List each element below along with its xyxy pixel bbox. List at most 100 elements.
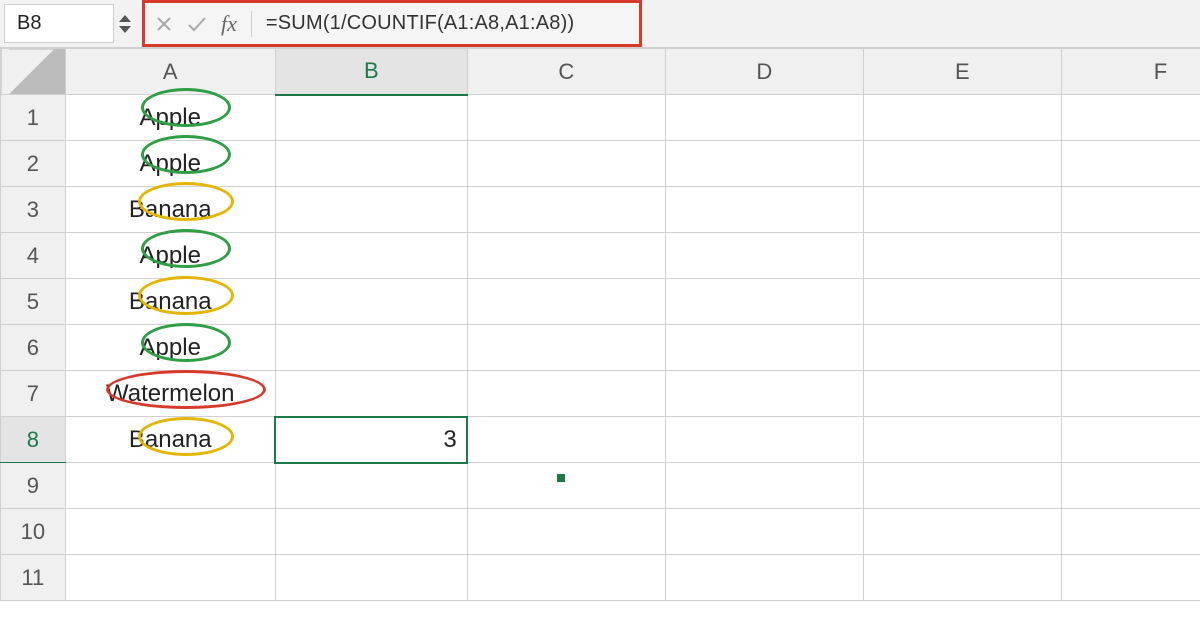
cell-C11[interactable] (467, 555, 665, 601)
cell-A1[interactable]: Apple (65, 95, 275, 141)
cell-F1[interactable] (1061, 95, 1200, 141)
cell-B9[interactable] (275, 463, 467, 509)
grid-row: 1Apple (1, 95, 1200, 141)
cell-A9[interactable] (65, 463, 275, 509)
column-header-B[interactable]: B (275, 49, 467, 95)
grid-row: 10 (1, 509, 1200, 555)
cell-A11[interactable] (65, 555, 275, 601)
cell-D8[interactable] (665, 417, 863, 463)
row-header-9[interactable]: 9 (1, 463, 66, 509)
divider (251, 11, 252, 37)
cell-D10[interactable] (665, 509, 863, 555)
column-header-F[interactable]: F (1061, 49, 1200, 95)
cell-C1[interactable] (467, 95, 665, 141)
cell-A5[interactable]: Banana (65, 279, 275, 325)
cell-B3[interactable] (275, 187, 467, 233)
column-header-D[interactable]: D (665, 49, 863, 95)
cell-A3[interactable]: Banana (65, 187, 275, 233)
cell-C8[interactable] (467, 417, 665, 463)
grid-row: 6Apple (1, 325, 1200, 371)
row-header-10[interactable]: 10 (1, 509, 66, 555)
cell-C9[interactable] (467, 463, 665, 509)
cell-B7[interactable] (275, 371, 467, 417)
cell-A2[interactable]: Apple (65, 141, 275, 187)
spreadsheet-grid[interactable]: A B C D E F 1Apple2Apple3Banana4Apple5Ba… (0, 48, 1200, 601)
cell-C5[interactable] (467, 279, 665, 325)
cell-E5[interactable] (863, 279, 1061, 325)
cell-D11[interactable] (665, 555, 863, 601)
cell-D5[interactable] (665, 279, 863, 325)
cell-E6[interactable] (863, 325, 1061, 371)
cell-E3[interactable] (863, 187, 1061, 233)
cell-F5[interactable] (1061, 279, 1200, 325)
cell-F10[interactable] (1061, 509, 1200, 555)
cell-F3[interactable] (1061, 187, 1200, 233)
cancel-icon[interactable] (155, 15, 173, 33)
cell-C10[interactable] (467, 509, 665, 555)
cell-A10[interactable] (65, 509, 275, 555)
cell-D6[interactable] (665, 325, 863, 371)
cell-D3[interactable] (665, 187, 863, 233)
cell-D9[interactable] (665, 463, 863, 509)
row-header-6[interactable]: 6 (1, 325, 66, 371)
cell-F9[interactable] (1061, 463, 1200, 509)
cell-C6[interactable] (467, 325, 665, 371)
select-all-corner[interactable] (1, 49, 66, 95)
name-box[interactable]: B8 (4, 4, 114, 43)
cell-E11[interactable] (863, 555, 1061, 601)
cell-C3[interactable] (467, 187, 665, 233)
cell-B4[interactable] (275, 233, 467, 279)
cell-E8[interactable] (863, 417, 1061, 463)
cell-F6[interactable] (1061, 325, 1200, 371)
cell-C4[interactable] (467, 233, 665, 279)
cell-B5[interactable] (275, 279, 467, 325)
cell-B11[interactable] (275, 555, 467, 601)
row-header-1[interactable]: 1 (1, 95, 66, 141)
row-header-5[interactable]: 5 (1, 279, 66, 325)
cell-F2[interactable] (1061, 141, 1200, 187)
row-header-3[interactable]: 3 (1, 187, 66, 233)
cell-E1[interactable] (863, 95, 1061, 141)
cell-E4[interactable] (863, 233, 1061, 279)
cell-F4[interactable] (1061, 233, 1200, 279)
formula-bar-highlight: fx =SUM(1/COUNTIF(A1:A8,A1:A8)) (142, 0, 642, 47)
cell-value: Banana (66, 196, 275, 224)
row-header-4[interactable]: 4 (1, 233, 66, 279)
column-header-A[interactable]: A (65, 49, 275, 95)
confirm-icon[interactable] (187, 15, 207, 33)
column-header-C[interactable]: C (467, 49, 665, 95)
cell-C2[interactable] (467, 141, 665, 187)
cell-F11[interactable] (1061, 555, 1200, 601)
chevron-down-icon (119, 26, 131, 33)
row-header-7[interactable]: 7 (1, 371, 66, 417)
cell-D4[interactable] (665, 233, 863, 279)
fx-icon[interactable]: fx (221, 11, 237, 37)
cell-B1[interactable] (275, 95, 467, 141)
cell-E9[interactable] (863, 463, 1061, 509)
cell-C7[interactable] (467, 371, 665, 417)
row-header-2[interactable]: 2 (1, 141, 66, 187)
cell-A8[interactable]: Banana (65, 417, 275, 463)
cell-B10[interactable] (275, 509, 467, 555)
cell-A6[interactable]: Apple (65, 325, 275, 371)
name-box-stepper[interactable] (114, 4, 136, 43)
cell-E10[interactable] (863, 509, 1061, 555)
column-header-E[interactable]: E (863, 49, 1061, 95)
cell-B8[interactable]: 3 (275, 417, 467, 463)
cell-E2[interactable] (863, 141, 1061, 187)
grid-row: 9 (1, 463, 1200, 509)
cell-D7[interactable] (665, 371, 863, 417)
cell-value: Apple (66, 104, 275, 132)
row-header-11[interactable]: 11 (1, 555, 66, 601)
cell-A7[interactable]: Watermelon (65, 371, 275, 417)
formula-input[interactable]: =SUM(1/COUNTIF(A1:A8,A1:A8)) (266, 12, 574, 35)
cell-F7[interactable] (1061, 371, 1200, 417)
cell-D2[interactable] (665, 141, 863, 187)
cell-E7[interactable] (863, 371, 1061, 417)
cell-D1[interactable] (665, 95, 863, 141)
cell-F8[interactable] (1061, 417, 1200, 463)
row-header-8[interactable]: 8 (1, 417, 66, 463)
cell-B6[interactable] (275, 325, 467, 371)
cell-A4[interactable]: Apple (65, 233, 275, 279)
cell-B2[interactable] (275, 141, 467, 187)
